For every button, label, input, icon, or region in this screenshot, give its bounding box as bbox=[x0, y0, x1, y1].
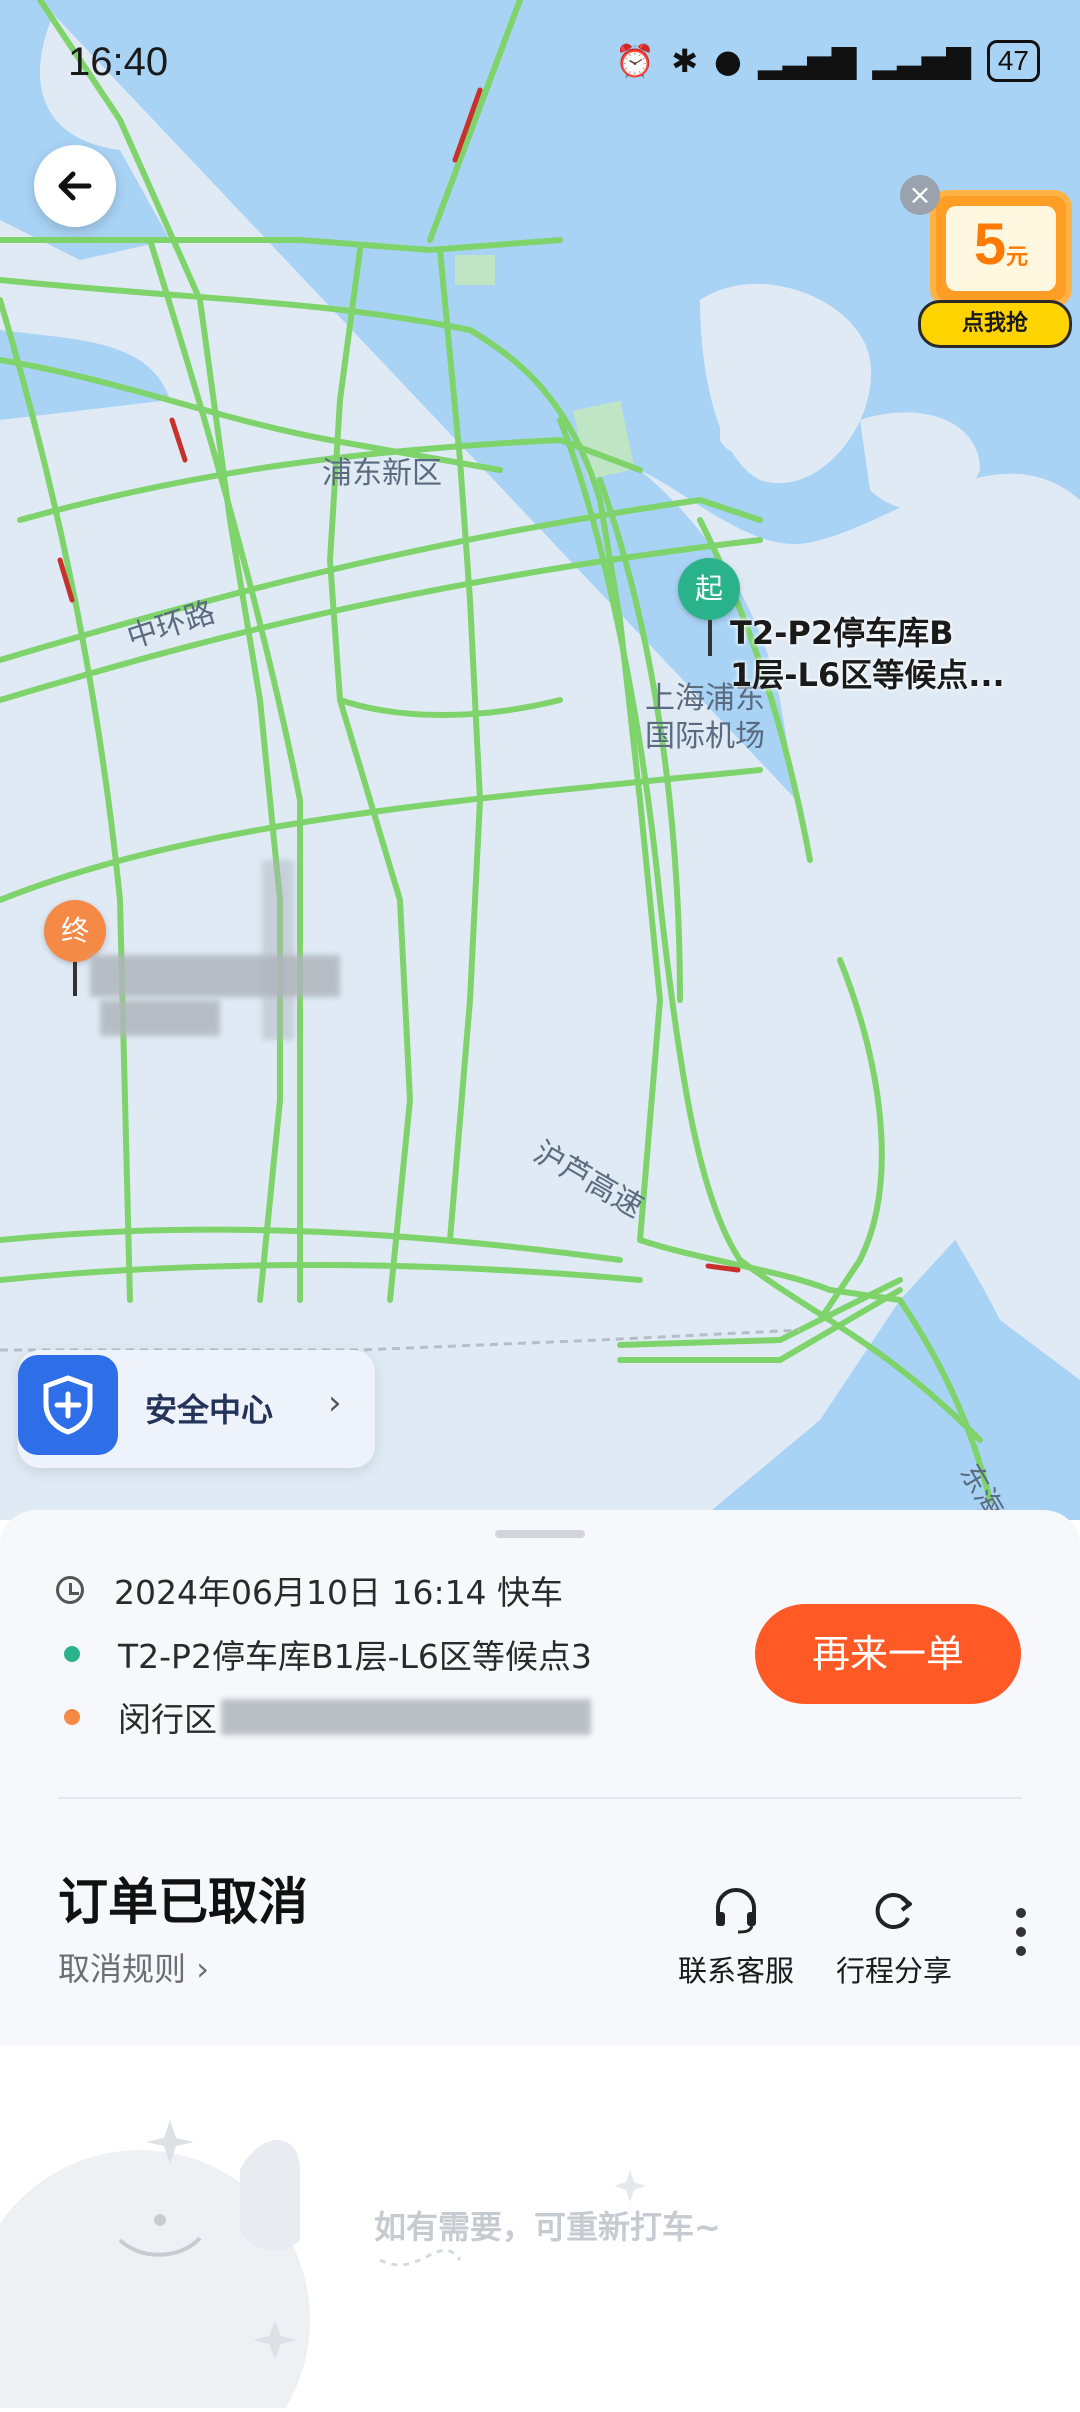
back-arrow-icon bbox=[58, 171, 92, 201]
signal-icon-2: ▂▃▅▇ bbox=[872, 42, 971, 80]
status-bar: 16:40 ⏰ ✱ ● ▂▃▅▇ ▂▃▅▇ 47 bbox=[0, 0, 1080, 140]
headset-icon bbox=[678, 1882, 794, 1938]
cancel-rules-link[interactable]: 取消规则 › bbox=[58, 1944, 209, 1990]
dropoff-row: 闵行区 bbox=[56, 1693, 591, 1741]
order-sheet: 2024年06月10日 16:14 快车 T2-P2停车库B1层-L6区等候点3… bbox=[0, 1510, 1080, 2045]
coupon-amount-box: 5元 bbox=[946, 206, 1056, 291]
shield-icon bbox=[18, 1355, 118, 1455]
signal-icon: ▂▃▅▇ bbox=[757, 42, 857, 80]
start-marker[interactable]: 起 bbox=[678, 558, 740, 620]
alarm-icon: ⏰ bbox=[615, 42, 656, 80]
coupon-unit: 元 bbox=[1006, 244, 1029, 269]
bluetooth-icon: ✱ bbox=[671, 42, 699, 80]
pickup-address: T2-P2停车库B1层-L6区等候点3 bbox=[118, 1637, 592, 1676]
map-label-airport-line2: 国际机场 bbox=[645, 719, 765, 754]
redacted-route-segment bbox=[262, 860, 294, 1040]
status-time: 16:40 bbox=[68, 40, 169, 84]
dropoff-address: 闵行区 bbox=[118, 1700, 217, 1739]
start-label-line1: T2-P2停车库B bbox=[730, 614, 954, 652]
order-status-title: 订单已取消 bbox=[58, 1873, 308, 1931]
chevron-right-icon: › bbox=[196, 1950, 209, 1988]
reorder-button[interactable]: 再来一单 bbox=[755, 1604, 1021, 1704]
dropoff-dot-icon bbox=[64, 1709, 80, 1725]
pickup-row: T2-P2停车库B1层-L6区等候点3 bbox=[56, 1630, 592, 1678]
redacted-destination-label-2 bbox=[100, 1000, 220, 1036]
cancel-rules-label: 取消规则 bbox=[58, 1950, 187, 1988]
coupon-grab-button[interactable]: 点我抢 bbox=[918, 300, 1072, 348]
contact-support-button[interactable]: 联系客服 bbox=[678, 1882, 794, 1990]
contact-support-label: 联系客服 bbox=[678, 1954, 795, 1988]
start-label-line2: 1层-L6区等候点... bbox=[730, 656, 1005, 694]
end-pin-line bbox=[73, 962, 77, 996]
promo-coupon[interactable]: 5元 点我抢 × bbox=[900, 170, 1072, 350]
battery-indicator: 47 bbox=[986, 40, 1040, 82]
promo-close-icon[interactable]: × bbox=[900, 175, 940, 215]
more-options-icon[interactable] bbox=[1016, 1908, 1026, 1965]
trip-share-button[interactable]: 行程分享 bbox=[836, 1882, 952, 1990]
location-icon: ● bbox=[714, 42, 742, 80]
redacted-destination-label bbox=[90, 955, 340, 997]
coupon-ticket[interactable]: 5元 bbox=[930, 190, 1072, 307]
redacted-dropoff-detail bbox=[221, 1699, 591, 1735]
clock-icon bbox=[56, 1576, 84, 1604]
trip-share-label: 行程分享 bbox=[836, 1954, 953, 1988]
safety-center-button[interactable]: 安全中心 › bbox=[18, 1350, 375, 1468]
pickup-dot-icon bbox=[64, 1646, 80, 1662]
back-button[interactable] bbox=[34, 145, 116, 227]
coupon-amount: 5 bbox=[973, 212, 1007, 277]
safety-center-label: 安全中心 bbox=[145, 1391, 274, 1429]
map-label-pudong: 浦东新区 bbox=[322, 456, 442, 491]
sheet-drag-handle[interactable] bbox=[495, 1530, 585, 1538]
reorder-hint: 如有需要，可重新打车~ bbox=[374, 2208, 721, 2246]
share-icon bbox=[836, 1882, 952, 1938]
chevron-right-icon: › bbox=[328, 1383, 342, 1423]
sheet-divider bbox=[58, 1797, 1022, 1799]
start-pin-line bbox=[708, 620, 712, 656]
empty-state-illustration bbox=[0, 2090, 1080, 2412]
status-icons: ⏰ ✱ ● ▂▃▅▇ ▂▃▅▇ 47 bbox=[615, 40, 1040, 82]
start-location-label: T2-P2停车库B 1层-L6区等候点... bbox=[730, 612, 1005, 696]
end-marker[interactable]: 终 bbox=[44, 900, 106, 962]
order-time-row: 2024年06月10日 16:14 快车 bbox=[56, 1566, 563, 1614]
order-time: 2024年06月10日 16:14 快车 bbox=[114, 1573, 564, 1612]
